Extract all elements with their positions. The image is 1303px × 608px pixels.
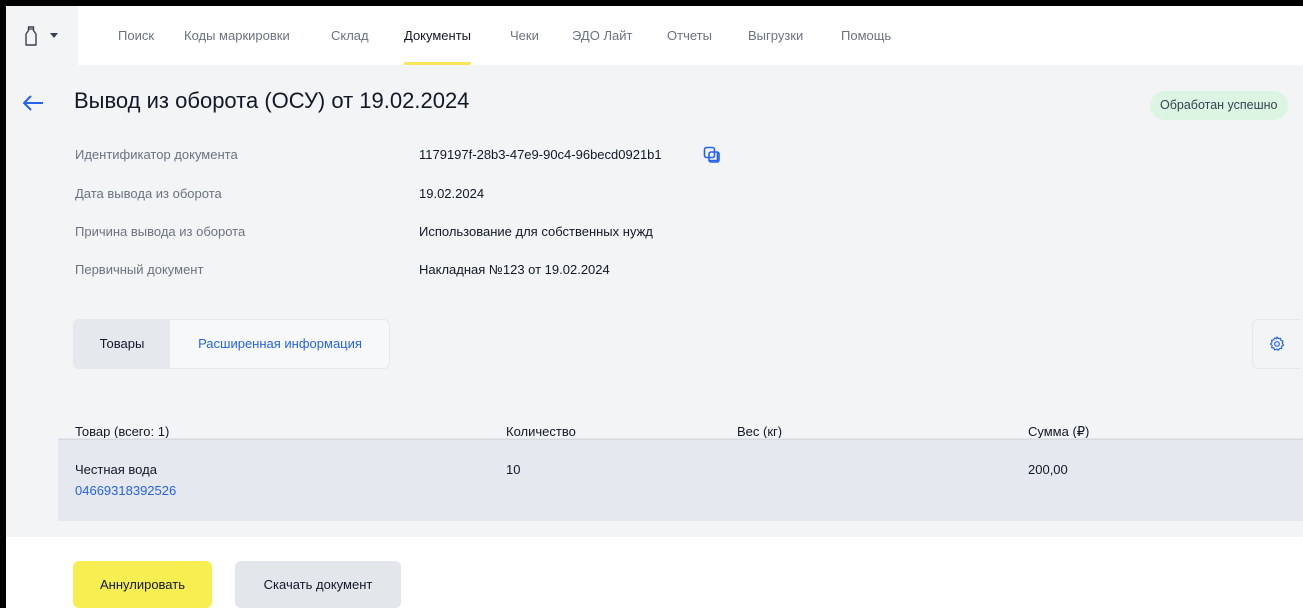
detail-label-document-id: Идентификатор документа <box>75 147 238 162</box>
arrow-left-icon[interactable] <box>22 94 44 112</box>
detail-label-primary-document: Первичный документ <box>75 262 204 277</box>
top-navigation: Поиск Коды маркировки Склад Документы Че… <box>6 6 1303 65</box>
chevron-down-icon[interactable] <box>50 33 58 39</box>
product-sum: 200,00 <box>1028 462 1068 477</box>
copy-icon[interactable] <box>703 146 721 164</box>
column-header-quantity[interactable]: Количество <box>506 424 576 439</box>
product-code-link[interactable]: 04669318392526 <box>75 483 176 498</box>
nav-item-documents[interactable]: Документы <box>404 6 472 65</box>
nav-item-edo-lite[interactable]: ЭДО Лайт <box>572 6 632 65</box>
detail-label-withdrawal-reason: Причина вывода из оборота <box>75 224 246 239</box>
table-row[interactable]: Честная вода 04669318392526 10 200,00 <box>58 439 1303 521</box>
nav-item-reports[interactable]: Отчеты <box>667 6 712 65</box>
nav-item-receipts[interactable]: Чеки <box>510 6 539 65</box>
nav-item-search[interactable]: Поиск <box>118 6 154 65</box>
product-quantity: 10 <box>506 462 521 477</box>
bottle-icon <box>25 26 37 46</box>
detail-value-withdrawal-reason: Использование для собственных нужд <box>419 224 653 239</box>
tab-group: Товары Расширенная информация <box>73 319 390 369</box>
app-window: Поиск Коды маркировки Склад Документы Че… <box>6 6 1303 608</box>
column-header-weight[interactable]: Вес (кг) <box>737 424 782 439</box>
table-settings-button[interactable] <box>1252 319 1300 369</box>
tab-extended-info[interactable]: Расширенная информация <box>170 320 389 368</box>
tab-goods[interactable]: Товары <box>74 320 170 368</box>
product-name: Честная вода <box>75 462 157 477</box>
nav-item-exports[interactable]: Выгрузки <box>748 6 803 65</box>
detail-value-document-id: 1179197f-28b3-47e9-90c4-96becd0921b1 <box>419 147 662 162</box>
detail-value-withdrawal-date: 19.02.2024 <box>419 186 485 201</box>
gear-icon <box>1270 336 1285 351</box>
download-document-button[interactable]: Скачать документ <box>235 561 401 608</box>
page-title: Вывод из оборота (ОСУ) от 19.02.2024 <box>74 88 470 113</box>
annul-button[interactable]: Аннулировать <box>73 561 212 608</box>
logo-menu[interactable] <box>6 6 78 65</box>
nav-item-marking-codes[interactable]: Коды маркировки <box>184 6 290 65</box>
detail-label-withdrawal-date: Дата вывода из оборота <box>75 186 222 201</box>
detail-value-primary-document: Накладная №123 от 19.02.2024 <box>419 262 610 277</box>
nav-item-help[interactable]: Помощь <box>841 6 891 65</box>
status-badge: Обработан успешно <box>1150 91 1288 120</box>
column-header-product[interactable]: Товар (всего: 1) <box>75 424 169 439</box>
action-footer: Аннулировать Скачать документ <box>6 537 1303 608</box>
nav-item-warehouse[interactable]: Склад <box>331 6 369 65</box>
